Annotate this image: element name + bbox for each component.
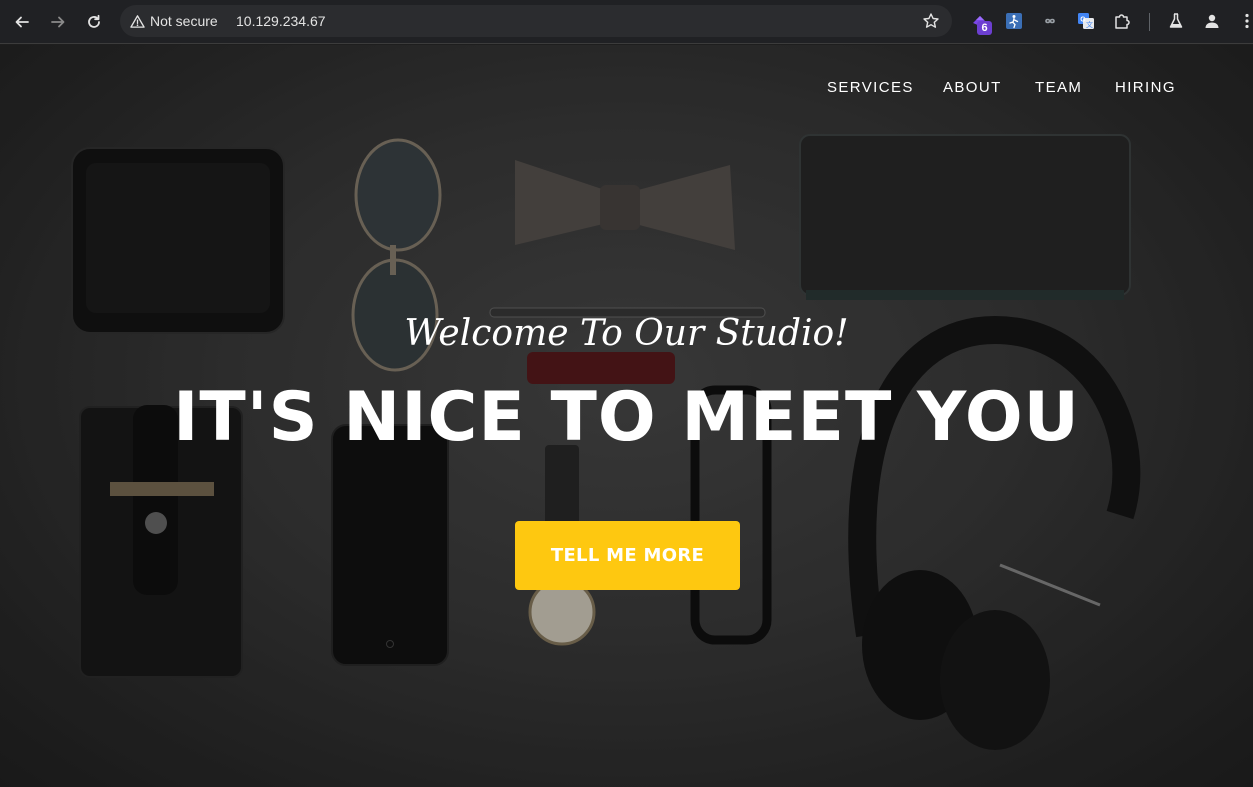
extension-google-translate-button[interactable]: G文 bbox=[1076, 11, 1096, 31]
browser-toolbar: Not secure 10.129.234.67 6 G文 bbox=[0, 0, 1253, 44]
back-button[interactable] bbox=[8, 8, 36, 36]
extensions-menu-button[interactable] bbox=[1112, 11, 1132, 31]
flask-icon bbox=[1169, 13, 1183, 28]
labs-button[interactable] bbox=[1166, 11, 1186, 31]
walking-person-icon bbox=[1006, 13, 1022, 29]
extension-infinity-button[interactable] bbox=[1040, 11, 1060, 31]
svg-text:文: 文 bbox=[1086, 20, 1093, 29]
extension-translate-person-button[interactable] bbox=[1004, 11, 1024, 31]
puzzle-icon bbox=[1115, 14, 1130, 29]
hero-heading: IT'S NICE TO MEET YOU bbox=[173, 378, 1080, 457]
reload-button[interactable] bbox=[80, 8, 108, 36]
hero-subheading: Welcome To Our Studio! bbox=[404, 313, 849, 354]
reload-icon bbox=[88, 14, 100, 28]
nav-link-services[interactable]: SERVICES bbox=[827, 79, 914, 96]
person-icon bbox=[1205, 14, 1219, 28]
profile-button[interactable] bbox=[1202, 11, 1222, 31]
more-vertical-icon bbox=[1245, 13, 1249, 29]
google-translate-icon: G文 bbox=[1078, 13, 1094, 29]
browser-menu-button[interactable] bbox=[1237, 11, 1253, 31]
arrow-left-icon bbox=[15, 16, 29, 28]
security-label: Not secure bbox=[150, 13, 218, 29]
toolbar-separator bbox=[1149, 13, 1150, 31]
extension-count-badge: 6 bbox=[977, 21, 992, 35]
infinity-icon bbox=[1045, 18, 1055, 24]
star-icon[interactable] bbox=[922, 12, 940, 30]
nav-link-hiring[interactable]: HIRING bbox=[1115, 79, 1176, 96]
nav-link-about[interactable]: ABOUT bbox=[943, 79, 1002, 96]
site-security-chip[interactable]: Not secure bbox=[130, 13, 218, 29]
warning-triangle-icon bbox=[130, 14, 145, 28]
tell-me-more-button[interactable]: TELL ME MORE bbox=[515, 521, 740, 590]
nav-link-team[interactable]: TEAM bbox=[1035, 79, 1082, 96]
forward-button[interactable] bbox=[44, 8, 72, 36]
hero-section: SERVICES ABOUT TEAM HIRING Welcome To Ou… bbox=[0, 45, 1253, 787]
url-text[interactable]: 10.129.234.67 bbox=[236, 13, 326, 29]
address-bar[interactable]: Not secure 10.129.234.67 bbox=[120, 5, 952, 37]
arrow-right-icon bbox=[51, 16, 65, 28]
